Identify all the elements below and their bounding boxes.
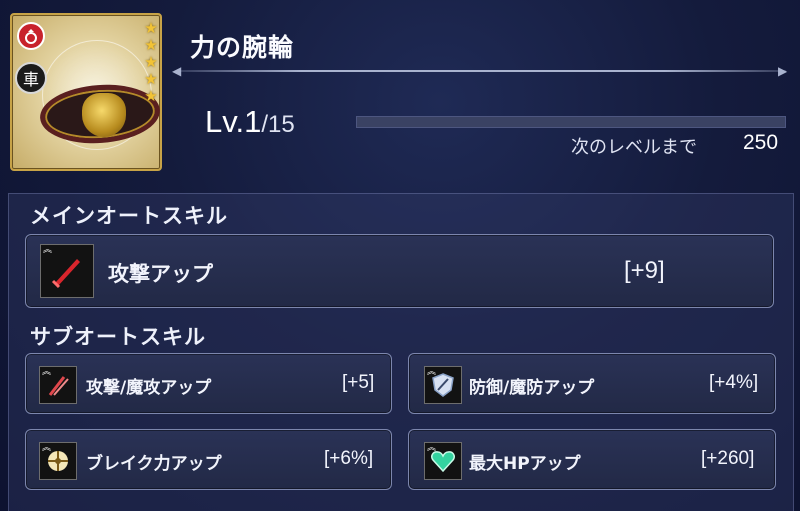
sub-skill-name: ブレイク力アップ [86,454,222,474]
chevron-up-icon: ︽ [427,443,437,453]
main-skill-card[interactable]: ︽ 攻撃アップ [+9] [25,234,774,308]
chevron-up-icon: ︽ [42,443,52,453]
chevron-up-icon: ︽ [43,245,53,255]
level-prefix: Lv. [205,104,245,139]
main-skill-value: [+9] [624,257,665,284]
rarity-stars: ★ ★ ★ ★ ★ [142,20,160,105]
sub-skill-title: サブオートスキル [30,325,206,349]
level-max: /15 [261,111,295,138]
sword-staff-icon: ︽ [39,366,77,404]
ring-type-icon [17,22,45,50]
sub-skill-name: 最大HPアップ [469,454,581,474]
level-display: Lv.1/15 [205,104,295,140]
sub-skill-card[interactable]: ︽ 攻撃/魔攻アップ [+5] [25,353,392,414]
chevron-up-icon: ︽ [42,367,52,377]
main-skill-title: メインオートスキル [30,204,228,228]
star-icon: ★ [144,53,158,71]
red-sword-icon: ︽ [40,244,94,298]
divider [180,70,786,72]
chevron-up-icon: ︽ [427,367,437,377]
divider-arrow-right-icon: ▶ [778,64,788,78]
sub-skill-value: [+6%] [324,448,374,469]
item-name: 力の腕輪 [190,33,295,62]
sub-skill-card[interactable]: ︽ 最大HPアップ [+260] [408,429,776,490]
sub-skill-name: 防御/魔防アップ [469,378,595,398]
sub-skill-value: [+260] [701,448,755,469]
heart-icon: ︽ [424,442,462,480]
star-icon: ★ [144,70,158,88]
star-icon: ★ [144,19,158,37]
main-skill-name: 攻撃アップ [108,262,213,286]
sub-skill-value: [+4%] [709,372,759,393]
star-icon: ★ [144,87,158,105]
sub-skill-card[interactable]: ︽ 防御/魔防アップ [+4%] [408,353,776,414]
element-badge-icon: 車 [15,62,47,94]
sub-skill-value: [+5] [342,372,375,393]
star-icon: ★ [144,36,158,54]
bracelet-ornament [82,93,126,137]
sub-skill-card[interactable]: ︽ ブレイク力アップ [+6%] [25,429,392,490]
shield-icon: ︽ [424,366,462,404]
sub-skill-name: 攻撃/魔攻アップ [86,378,212,398]
next-level-value: 250 [743,131,779,154]
break-icon: ︽ [39,442,77,480]
level-current: 1 [244,104,262,139]
exp-progress-bar [356,116,786,128]
next-level-label: 次のレベルまで [571,137,697,158]
